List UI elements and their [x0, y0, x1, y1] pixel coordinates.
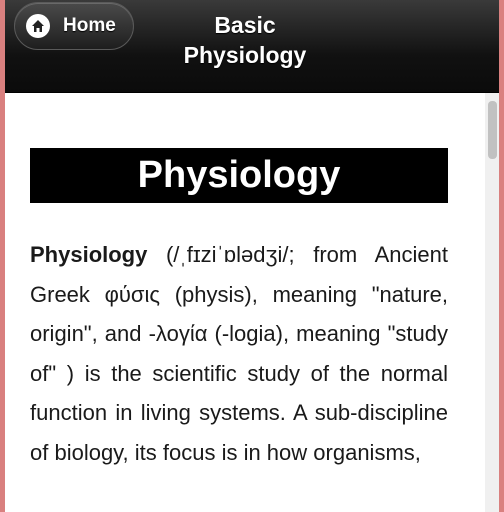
home-button[interactable]: Home	[14, 2, 134, 50]
article-heading: Physiology	[30, 148, 448, 203]
app-window: Home Basic Physiology Physiology Physiol…	[5, 0, 499, 512]
vertical-scrollbar[interactable]	[485, 93, 499, 512]
home-icon	[26, 14, 50, 38]
article-text: (/ˌfɪziˈɒlədʒi/; from Ancient Greek φύσι…	[30, 242, 448, 465]
home-button-label: Home	[63, 15, 116, 36]
header-bar: Home Basic Physiology	[5, 0, 499, 93]
scrollbar-thumb[interactable]	[488, 101, 497, 159]
article-term: Physiology	[30, 242, 148, 267]
page-title: Basic Physiology	[183, 12, 307, 68]
content-area: Physiology Physiology (/ˌfɪziˈɒlədʒi/; f…	[5, 93, 485, 512]
article-paragraph: Physiology (/ˌfɪziˈɒlədʒi/; from Ancient…	[30, 235, 448, 472]
